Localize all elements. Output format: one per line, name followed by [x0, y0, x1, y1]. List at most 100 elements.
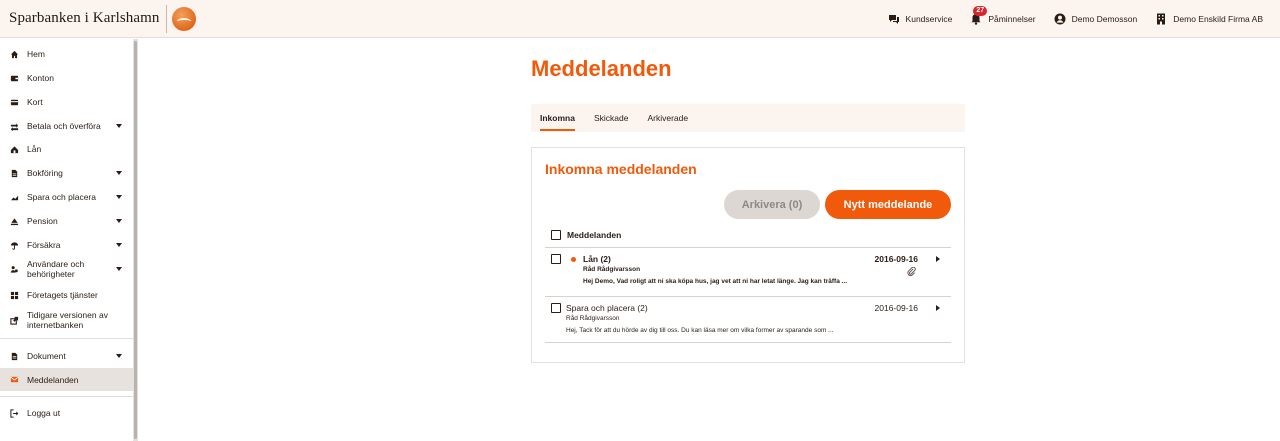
- sidebar-item-label: Meddelanden: [27, 374, 79, 385]
- tab-inkomna[interactable]: Inkomna: [540, 104, 575, 132]
- sidebar-item-anvandare[interactable]: Användare och behörigheter: [0, 259, 133, 279]
- message-subject: Spara och placera (2): [566, 303, 648, 313]
- chevron-down-icon: [116, 195, 122, 199]
- logout-icon: [10, 408, 19, 418]
- card-title: Inkomna meddelanden: [545, 161, 697, 177]
- message-preview: Hej Demo, Vad roligt att ni ska köpa hus…: [583, 278, 848, 285]
- list-header-label: Meddelanden: [567, 230, 622, 240]
- brand-name: Sparbanken i Karlshamn: [9, 10, 160, 26]
- list-divider: [545, 296, 951, 297]
- sidebar-divider: [0, 338, 133, 339]
- inbox-card: Inkomna meddelanden Arkivera (0) Nytt me…: [531, 147, 965, 363]
- sidebar-item-label: Företagets tjänster: [27, 290, 98, 300]
- user-name: Demo Demosson: [1071, 13, 1138, 24]
- select-all-checkbox[interactable]: [551, 230, 561, 240]
- sidebar-item-label: Användare och behörigheter: [27, 259, 85, 279]
- sidebar-item-label: Hem: [27, 49, 45, 59]
- chevron-down-icon: [116, 171, 122, 175]
- message-checkbox[interactable]: [551, 254, 561, 264]
- sidebar-divider: [0, 396, 133, 397]
- sidebar-item-label: Betala och överföra: [27, 121, 101, 131]
- company-name: Demo Enskild Firma AB: [1173, 13, 1263, 24]
- sidebar-item-label: Tidigare versionen av internetbanken: [27, 310, 108, 330]
- tab-arkiverade[interactable]: Arkiverade: [647, 104, 688, 132]
- message-date: 2016-09-16: [874, 303, 918, 313]
- sidebar-item-dokument[interactable]: Dokument: [0, 350, 133, 362]
- archive-button[interactable]: Arkivera (0): [724, 190, 820, 219]
- sidebar-item-spara[interactable]: Spara och placera: [0, 191, 133, 203]
- chevron-right-icon[interactable]: [936, 256, 940, 262]
- wallet-icon: [10, 75, 19, 81]
- customer-service-label: Kundservice: [905, 13, 953, 24]
- sidebar-item-konton[interactable]: Konton: [0, 72, 133, 84]
- brand-divider: [165, 4, 167, 33]
- customer-service-link[interactable]: Kundservice: [888, 13, 953, 25]
- sidebar-item-label: Dokument: [27, 351, 66, 361]
- reminders-badge: 27: [973, 5, 988, 16]
- chevron-down-icon: [116, 243, 122, 247]
- list-item[interactable]: Lån (2) Råd Rådgivarsson Hej Demo, Vad r…: [551, 254, 951, 294]
- ledger-icon: [11, 169, 18, 177]
- list-divider: [545, 342, 951, 343]
- message-checkbox[interactable]: [551, 303, 561, 313]
- reminders-label: Påminnelser: [988, 13, 1036, 24]
- sidebar: Hem Konton Kort Betala och överföra Lån …: [0, 39, 133, 441]
- chevron-down-icon: [116, 219, 122, 223]
- sidebar-item-betala[interactable]: Betala och överföra: [0, 120, 133, 132]
- company-selector[interactable]: Demo Enskild Firma AB: [1155, 13, 1263, 25]
- sidebar-item-foretagets-tjanster[interactable]: Företagets tjänster: [0, 289, 133, 301]
- list-item[interactable]: Spara och placera (2) Råd Rådgivarsson H…: [551, 303, 951, 343]
- sidebar-item-label: Konton: [27, 73, 54, 83]
- chevron-down-icon: [116, 124, 122, 128]
- new-message-button[interactable]: Nytt meddelande: [825, 190, 951, 219]
- unread-dot-icon: [571, 257, 576, 262]
- document-icon: [11, 352, 18, 360]
- sidebar-item-meddelanden[interactable]: Meddelanden: [0, 368, 133, 391]
- users-icon: [10, 265, 18, 273]
- sidebar-item-label: Försäkra: [27, 240, 61, 250]
- building-icon: [1157, 13, 1166, 24]
- user-menu[interactable]: Demo Demosson: [1054, 13, 1138, 25]
- sidebar-item-tidigare-version[interactable]: Tidigare versionen av internetbanken: [0, 310, 133, 330]
- brand[interactable]: Sparbanken i Karlshamn: [0, 0, 196, 38]
- scrollbar-thumb[interactable]: [134, 41, 137, 439]
- message-tabs: Inkomna Skickade Arkiverade: [531, 104, 965, 132]
- sidebar-item-hem[interactable]: Hem: [0, 48, 133, 60]
- home-icon: [10, 50, 19, 58]
- umbrella-icon: [10, 241, 19, 250]
- sidebar-item-lan[interactable]: Lån: [0, 143, 133, 155]
- card-icon: [10, 99, 19, 105]
- sidebar-item-label: Bokföring: [27, 168, 63, 178]
- message-preview: Hej, Tack för att du hörde av dig till o…: [566, 327, 834, 334]
- chevron-down-icon: [116, 354, 122, 358]
- tab-skickade[interactable]: Skickade: [594, 104, 629, 132]
- message-sender: Råd Rådgivarsson: [583, 266, 641, 273]
- house-icon: [10, 145, 19, 153]
- chevron-down-icon: [116, 267, 122, 271]
- top-bar: Sparbanken i Karlshamn Kundservice 27 På…: [0, 0, 1280, 38]
- grid-icon: [10, 291, 19, 299]
- sidebar-item-forsakra[interactable]: Försäkra: [0, 239, 133, 251]
- sidebar-item-label: Pension: [27, 216, 58, 226]
- sidebar-item-label: Logga ut: [27, 408, 61, 418]
- mail-icon: [10, 376, 19, 383]
- external-icon: [10, 316, 19, 325]
- transfer-icon: [10, 122, 19, 131]
- message-date: 2016-09-16: [874, 254, 918, 264]
- sidebar-item-logga-ut[interactable]: Logga ut: [0, 407, 133, 419]
- message-sender: Råd Rådgivarsson: [566, 315, 620, 322]
- sidebar-item-bokforing[interactable]: Bokföring: [0, 167, 133, 179]
- sidebar-item-label: Kort: [27, 97, 43, 107]
- list-divider: [545, 247, 951, 248]
- chevron-right-icon[interactable]: [936, 305, 940, 311]
- paperclip-icon: [907, 267, 916, 276]
- top-actions: Kundservice 27 Påminnelser Demo Demosson…: [870, 0, 1280, 38]
- sidebar-item-kort[interactable]: Kort: [0, 96, 133, 108]
- pension-icon: [10, 217, 19, 225]
- savings-icon: [10, 195, 19, 200]
- sidebar-item-pension[interactable]: Pension: [0, 215, 133, 227]
- reminders-link[interactable]: 27 Påminnelser: [970, 5, 1036, 25]
- page-title: Meddelanden: [531, 56, 672, 81]
- sidebar-item-label: Lån: [27, 144, 42, 154]
- main-content: Meddelanden Inkomna Skickade Arkiverade …: [138, 39, 1280, 441]
